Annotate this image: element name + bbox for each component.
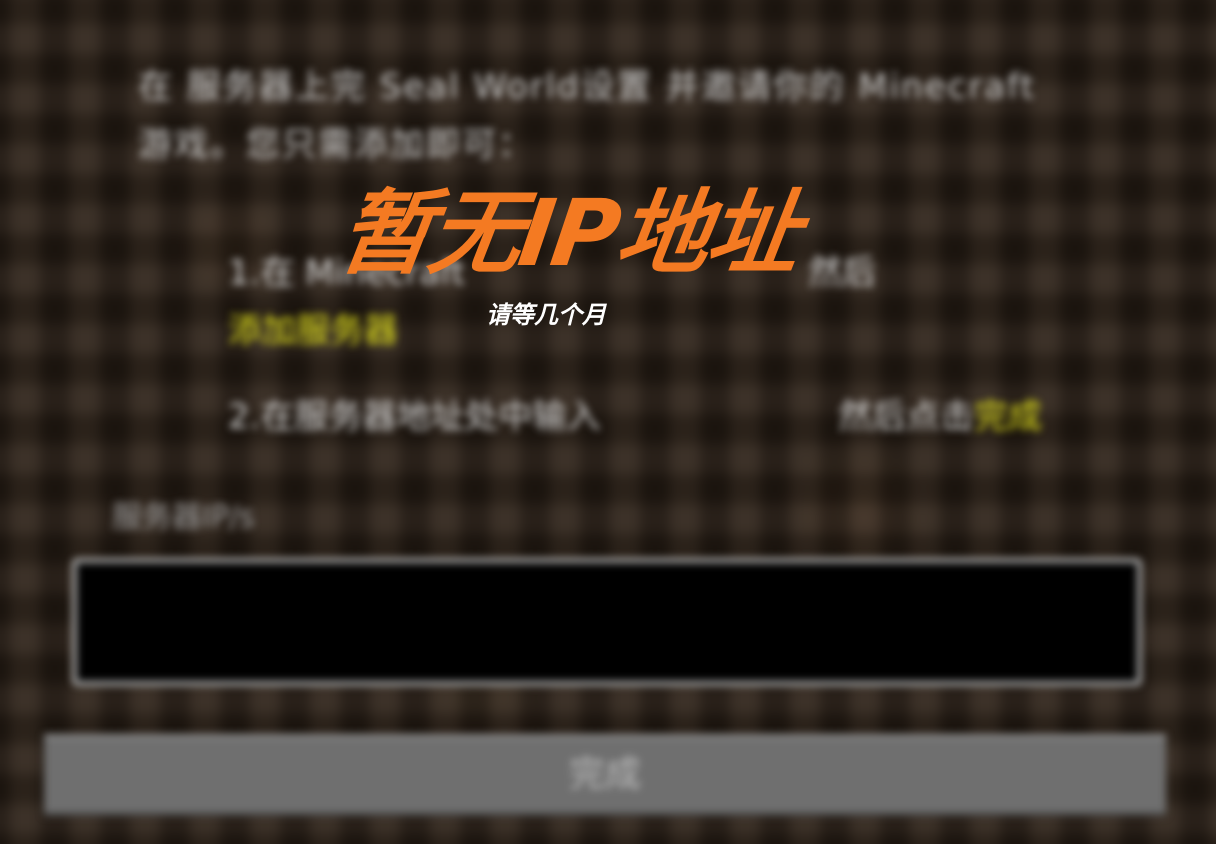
step-2-done-highlight: 完成	[974, 397, 1042, 437]
step-2-tail-label: 然后点击	[838, 397, 974, 437]
instruction-paragraph: 在 服务器上完 Seal World设置 并邀请你的 Minecraft 游戏。…	[138, 67, 1036, 165]
server-setup-screen: 在 服务器上完 Seal World设置 并邀请你的 Minecraft 游戏。…	[0, 0, 1216, 844]
done-button[interactable]: 完成	[44, 734, 1166, 816]
wait-subtitle: 请等几个月	[486, 301, 606, 329]
server-ip-label: 服务器IP/s	[112, 500, 255, 535]
step-2-tail: 然后点击完成	[838, 388, 1042, 446]
blurred-instructions: 在 服务器上完 Seal World设置 并邀请你的 Minecraft 游戏。…	[0, 0, 1216, 844]
step-2-text: 2.在服务器地址处中输入	[228, 397, 601, 437]
no-ip-title: 暂无IP地址	[332, 180, 806, 287]
step-1-add-server: 添加服务器	[228, 311, 398, 351]
server-address-input[interactable]	[72, 558, 1142, 686]
